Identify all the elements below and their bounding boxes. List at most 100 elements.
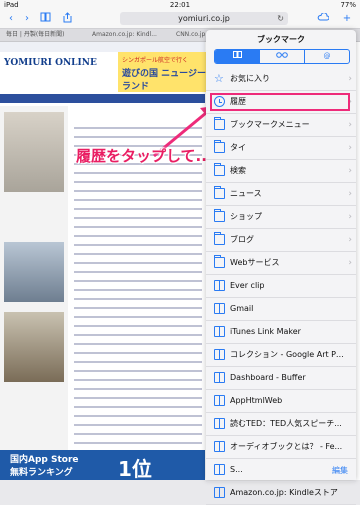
banner-ad[interactable]: シンガポール航空で行く 遊びの国 ニュージーランド	[118, 52, 206, 92]
bookmark-row[interactable]: 検索 ›	[206, 160, 356, 183]
safari-toolbar: ‹ › yomiuri.co.jp ↻ +	[0, 10, 360, 29]
clock: 22:01	[169, 1, 191, 9]
bookmark-label: コレクション - Google Art Pr...	[230, 350, 344, 359]
back-icon[interactable]: ‹	[4, 12, 18, 26]
book-icon	[214, 349, 225, 360]
bookmark-row[interactable]: ☆ お気に入り ›	[206, 68, 356, 91]
folder-icon	[214, 255, 225, 268]
address-bar[interactable]: yomiuri.co.jp ↻	[120, 12, 288, 25]
bookmark-row[interactable]: Dashboard - Buffer	[206, 367, 356, 390]
segment-shared-links[interactable]: @	[304, 50, 349, 63]
status-bar: iPad 22:01 77%	[0, 0, 360, 10]
bookmark-row[interactable]: ニュース ›	[206, 183, 356, 206]
folder-icon	[214, 232, 225, 245]
folder-icon	[214, 117, 225, 130]
forward-icon[interactable]: ›	[20, 12, 34, 26]
bookmark-row[interactable]: ブックマークメニュー ›	[206, 114, 356, 137]
cloud-tabs-icon[interactable]	[316, 12, 330, 26]
news-photo[interactable]	[4, 242, 64, 302]
book-icon	[214, 441, 225, 452]
panel-title: ブックマーク	[257, 35, 305, 44]
bookmark-row[interactable]: Gmail	[206, 298, 356, 321]
app-store-banner[interactable]: 国内App Store 無料ランキング 1位	[0, 450, 205, 480]
bookmark-label: AppHtmlWeb	[230, 396, 283, 405]
glasses-icon	[276, 52, 288, 58]
bookmark-label: お気に入り	[230, 74, 270, 83]
bookmark-label: タイ	[230, 143, 246, 152]
bookmark-segmented-control: @	[214, 49, 350, 64]
share-icon[interactable]	[60, 12, 74, 26]
chevron-right-icon: ›	[348, 235, 352, 245]
bookmark-label: ショップ	[230, 212, 262, 221]
segment-bookmarks[interactable]	[215, 50, 259, 63]
book-icon	[214, 487, 225, 498]
folder-icon	[214, 163, 225, 176]
book-icon	[214, 418, 225, 429]
book-icon	[232, 51, 242, 58]
bookmark-row[interactable]: Ever clip	[206, 275, 356, 298]
site-logo[interactable]: YOMIURI ONLINE	[4, 58, 97, 68]
bookmark-label: ブログ	[230, 235, 254, 244]
annotation-text: 履歴をタップして...	[76, 147, 213, 165]
bookmark-label: オーディオブックとは？ - Fe...	[230, 442, 343, 451]
bookmark-label: 検索	[230, 166, 246, 175]
tab-amazon[interactable]: Amazon.co.jp: Kindl...	[88, 30, 161, 40]
bookmarks-icon[interactable]	[38, 12, 52, 26]
battery-label: 77%	[340, 1, 356, 9]
bookmark-label: S...	[230, 465, 243, 474]
page-nav-strip	[0, 42, 205, 52]
chevron-right-icon: ›	[348, 189, 352, 199]
book-icon	[214, 395, 225, 406]
bookmark-label: Ever clip	[230, 281, 265, 290]
bookmark-row[interactable]: オーディオブックとは？ - Fe...	[206, 436, 356, 459]
bookmark-row[interactable]: ブログ ›	[206, 229, 356, 252]
bookmark-row[interactable]: ショップ ›	[206, 206, 356, 229]
folder-icon	[214, 140, 225, 153]
banner-line2: 無料ランキング	[10, 468, 73, 478]
history-highlight-box	[210, 93, 350, 111]
bookmark-row[interactable]: iTunes Link Maker	[206, 321, 356, 344]
segment-reading-list[interactable]	[259, 50, 304, 63]
bookmark-list: ☆ お気に入り › 履歴 › ブックマークメニュー › タイ › 検索 › ニュース › ショップ › ブログ…	[206, 68, 356, 505]
bookmark-row[interactable]: タイ ›	[206, 137, 356, 160]
bookmarks-popover: ブックマーク @ ☆ お気に入り › 履歴 › ブックマークメニュー › タイ › 検索 › ニュース…	[206, 30, 356, 505]
book-icon	[214, 326, 225, 337]
folder-icon	[214, 186, 225, 199]
banner-line1: 国内App Store	[10, 455, 79, 465]
bookmark-row[interactable]: Webサービス ›	[206, 252, 356, 275]
book-icon	[214, 372, 225, 383]
headline-list	[74, 120, 202, 451]
banner-rank: 1位	[118, 457, 152, 480]
new-tab-icon[interactable]: +	[340, 12, 354, 26]
book-icon	[214, 280, 225, 291]
chevron-right-icon: ›	[348, 143, 352, 153]
folder-icon	[214, 209, 225, 222]
bookmark-label: Webサービス	[230, 258, 280, 267]
chevron-right-icon: ›	[348, 212, 352, 222]
tab-mainichi[interactable]: 毎日 | 丹製(毎日新聞)	[2, 30, 69, 40]
star-icon: ☆	[214, 72, 224, 85]
at-icon: @	[323, 52, 331, 60]
book-icon	[214, 303, 225, 314]
bookmark-row[interactable]: コレクション - Google Art Pr...	[206, 344, 356, 367]
news-photo[interactable]	[4, 312, 64, 382]
book-icon	[214, 464, 225, 475]
bookmark-label: Gmail	[230, 304, 254, 313]
bookmark-row[interactable]: Amazon.co.jp: Kindleストア	[206, 482, 356, 505]
chevron-right-icon: ›	[348, 166, 352, 176]
chevron-right-icon: ›	[348, 74, 352, 84]
ad-title: 遊びの国 ニュージーランド	[122, 69, 206, 92]
bookmark-row[interactable]: AppHtmlWeb	[206, 390, 356, 413]
bookmark-label: 読むTED：TED人気スピーチ...	[230, 419, 342, 428]
tab-cnn[interactable]: CNN.co.jp	[172, 30, 209, 40]
url-text: yomiuri.co.jp	[178, 14, 230, 23]
bookmark-label: iTunes Link Maker	[230, 327, 301, 336]
edit-button[interactable]: 編集	[332, 465, 348, 476]
bookmark-row[interactable]: 履歴 ›	[206, 91, 356, 114]
news-photo[interactable]	[4, 112, 64, 192]
bookmark-row[interactable]: 読むTED：TED人気スピーチ...	[206, 413, 356, 436]
bookmark-label: ニュース	[230, 189, 262, 198]
reload-icon[interactable]: ↻	[277, 12, 284, 25]
chevron-right-icon: ›	[348, 120, 352, 130]
chevron-right-icon: ›	[348, 258, 352, 268]
